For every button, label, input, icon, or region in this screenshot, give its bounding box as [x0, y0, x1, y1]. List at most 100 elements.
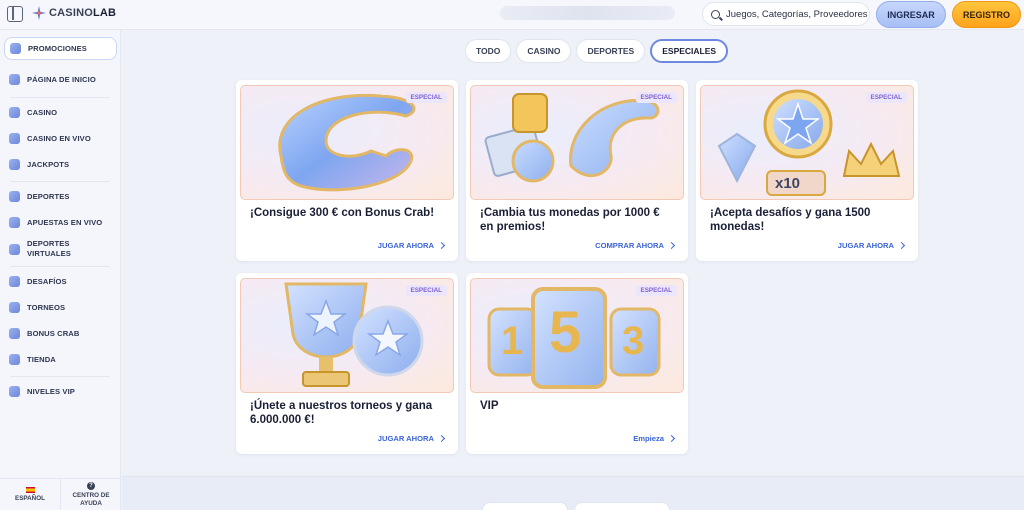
especial-badge: ESPECIAL: [405, 92, 447, 103]
spain-flag-icon: [25, 486, 35, 493]
sidebar-item-deportes-virtuales[interactable]: DEPORTES VIRTUALES: [4, 239, 117, 259]
promo-card-tournaments[interactable]: ESPECIAL ¡Únete a nuestros torneos y gan…: [236, 273, 458, 454]
play-now-link[interactable]: JUGAR AHORA: [377, 241, 446, 250]
search-icon: [711, 9, 720, 19]
sidebar-item-jackpots[interactable]: JACKPOTS: [4, 159, 117, 170]
sidebar-item-bonus-crab[interactable]: BONUS CRAB: [4, 328, 117, 339]
sidebar-footer: ESPAÑOL ? CENTRO DE AYUDA: [0, 478, 121, 510]
chevron-right-icon: [437, 434, 446, 443]
vip-153-art: 1 5 3 ESPECIAL: [470, 278, 684, 393]
sidebar-item-tienda[interactable]: TIENDA: [4, 354, 117, 365]
digit-1: 1: [501, 319, 524, 363]
register-button[interactable]: REGISTRO: [952, 1, 1021, 28]
sidebar-item-deportes[interactable]: DEPORTES: [4, 191, 117, 202]
sidebar-item-casino-en-vivo[interactable]: CASINO EN VIVO: [4, 133, 117, 144]
play-now-link[interactable]: JUGAR AHORA: [837, 241, 906, 250]
challenges-icon: [9, 276, 20, 287]
logo-text: CASINOLAB: [49, 7, 117, 19]
crown-icon: [9, 386, 20, 397]
digit-5: 5: [549, 300, 582, 365]
top-header: CASINOLAB Juegos, Categorías, Proveedore…: [0, 0, 1024, 30]
language-selector[interactable]: ESPAÑOL: [0, 479, 61, 510]
search-input[interactable]: Juegos, Categorías, Proveedores: [702, 2, 870, 26]
especial-badge: ESPECIAL: [635, 92, 677, 103]
crab-claw-icon: [9, 328, 20, 339]
sidebar-item-label: DEPORTES: [27, 191, 70, 201]
sidebar-item-promociones[interactable]: PROMOCIONES: [4, 37, 117, 60]
chevron-right-icon: [667, 241, 676, 250]
especial-badge: ESPECIAL: [865, 92, 907, 103]
tab-todo[interactable]: TODO: [465, 39, 512, 63]
sidebar-item-inicio[interactable]: PÁGINA DE INICIO: [4, 74, 117, 85]
sidebar: PROMOCIONES PÁGINA DE INICIO CASINO CASI…: [0, 30, 121, 510]
footer-pill[interactable]: [574, 502, 670, 510]
tab-especiales[interactable]: ESPECIALES: [650, 39, 729, 63]
multiplier-label: x10: [775, 175, 801, 192]
sidebar-item-torneos[interactable]: TORNEOS: [4, 302, 117, 313]
footer-pill[interactable]: [482, 502, 568, 510]
cta-label: JUGAR AHORA: [377, 241, 434, 250]
sidebar-item-label: TORNEOS: [27, 302, 66, 312]
cta-label: JUGAR AHORA: [837, 241, 894, 250]
sports-icon: [9, 191, 20, 202]
promo-card-vip[interactable]: 1 5 3 ESPECIAL VIP Empieza: [466, 273, 688, 454]
sidebar-toggle-icon[interactable]: [7, 6, 23, 22]
especial-badge: ESPECIAL: [635, 285, 677, 296]
sidebar-item-casino[interactable]: CASINO: [4, 107, 117, 118]
star-diamond-crown-art: x10 ESPECIAL: [700, 85, 914, 200]
sidebar-item-label: APUESTAS EN VIVO: [27, 217, 103, 227]
tab-casino[interactable]: CASINO: [516, 39, 572, 63]
sidebar-item-label: TIENDA: [27, 354, 56, 364]
promo-filter-tabs: TODO CASINO DEPORTES ESPECIALES: [465, 39, 729, 63]
card-title: ¡Únete a nuestros torneos y gana 6.000.0…: [250, 400, 433, 426]
sidebar-divider: [10, 181, 110, 182]
help-icon: ?: [87, 482, 95, 490]
card-title: ¡Cambia tus monedas por 1000 € en premio…: [480, 207, 660, 233]
login-button[interactable]: INGRESAR: [876, 1, 946, 28]
play-now-link[interactable]: JUGAR AHORA: [378, 434, 446, 443]
crab-claw-art: ESPECIAL: [240, 85, 454, 200]
jackpot-icon: [9, 159, 20, 170]
casino-chip-icon: [9, 107, 20, 118]
sidebar-item-label: JACKPOTS: [27, 159, 70, 169]
especial-badge: ESPECIAL: [405, 285, 447, 296]
coins-exchange-art: ESPECIAL: [470, 85, 684, 200]
live-bets-icon: [9, 217, 20, 228]
card-title: ¡Acepta desafíos y gana 1500 monedas!: [710, 207, 871, 233]
sidebar-divider: [10, 97, 110, 98]
sidebar-item-label: CASINO: [27, 107, 58, 117]
chevron-right-icon: [667, 434, 676, 443]
sidebar-item-label: DESAFÍOS: [27, 276, 67, 286]
sidebar-item-niveles-vip[interactable]: NIVELES VIP: [4, 386, 117, 397]
sidebar-item-label: CASINO EN VIVO: [27, 133, 91, 143]
home-icon: [9, 74, 20, 85]
header-banner-placeholder: [500, 6, 675, 20]
chevron-right-icon: [897, 241, 906, 250]
virtual-sports-icon: [9, 243, 20, 255]
start-link[interactable]: Empieza: [633, 434, 676, 443]
promotions-icon: [10, 43, 21, 54]
card-title: ¡Consigue 300 € con Bonus Crab!: [250, 207, 435, 219]
casinolab-logo[interactable]: CASINOLAB: [32, 6, 116, 20]
sidebar-item-desafios[interactable]: DESAFÍOS: [4, 276, 117, 287]
promo-card-coins-exchange[interactable]: ESPECIAL ¡Cambia tus monedas por 1000 € …: [466, 80, 688, 261]
shop-icon: [9, 354, 20, 365]
promo-card-challenges[interactable]: x10 ESPECIAL ¡Acepta desafíos y gana 150…: [696, 80, 918, 261]
cta-label: COMPRAR AHORA: [595, 241, 664, 250]
chevron-right-icon: [437, 241, 446, 250]
main-content: TODO CASINO DEPORTES ESPECIALES ESPECIAL…: [122, 30, 1024, 510]
logo-star-icon: [32, 6, 46, 20]
sidebar-item-apuestas-en-vivo[interactable]: APUESTAS EN VIVO: [4, 217, 117, 228]
sidebar-item-label: DEPORTES VIRTUALES: [27, 239, 71, 258]
tab-deportes[interactable]: DEPORTES: [576, 39, 646, 63]
trophy-icon: [9, 302, 20, 313]
help-label: CENTRO DE AYUDA: [72, 492, 110, 507]
digit-3: 3: [622, 319, 645, 363]
live-casino-icon: [9, 133, 20, 144]
help-center-link[interactable]: ? CENTRO DE AYUDA: [61, 479, 121, 510]
trophy-ball-art: ESPECIAL: [240, 278, 454, 393]
sidebar-item-label: PROMOCIONES: [28, 43, 87, 53]
promo-card-bonus-crab[interactable]: ESPECIAL ¡Consigue 300 € con Bonus Crab!…: [236, 80, 458, 261]
buy-now-link[interactable]: COMPRAR AHORA: [595, 241, 676, 250]
sidebar-divider: [10, 266, 110, 267]
